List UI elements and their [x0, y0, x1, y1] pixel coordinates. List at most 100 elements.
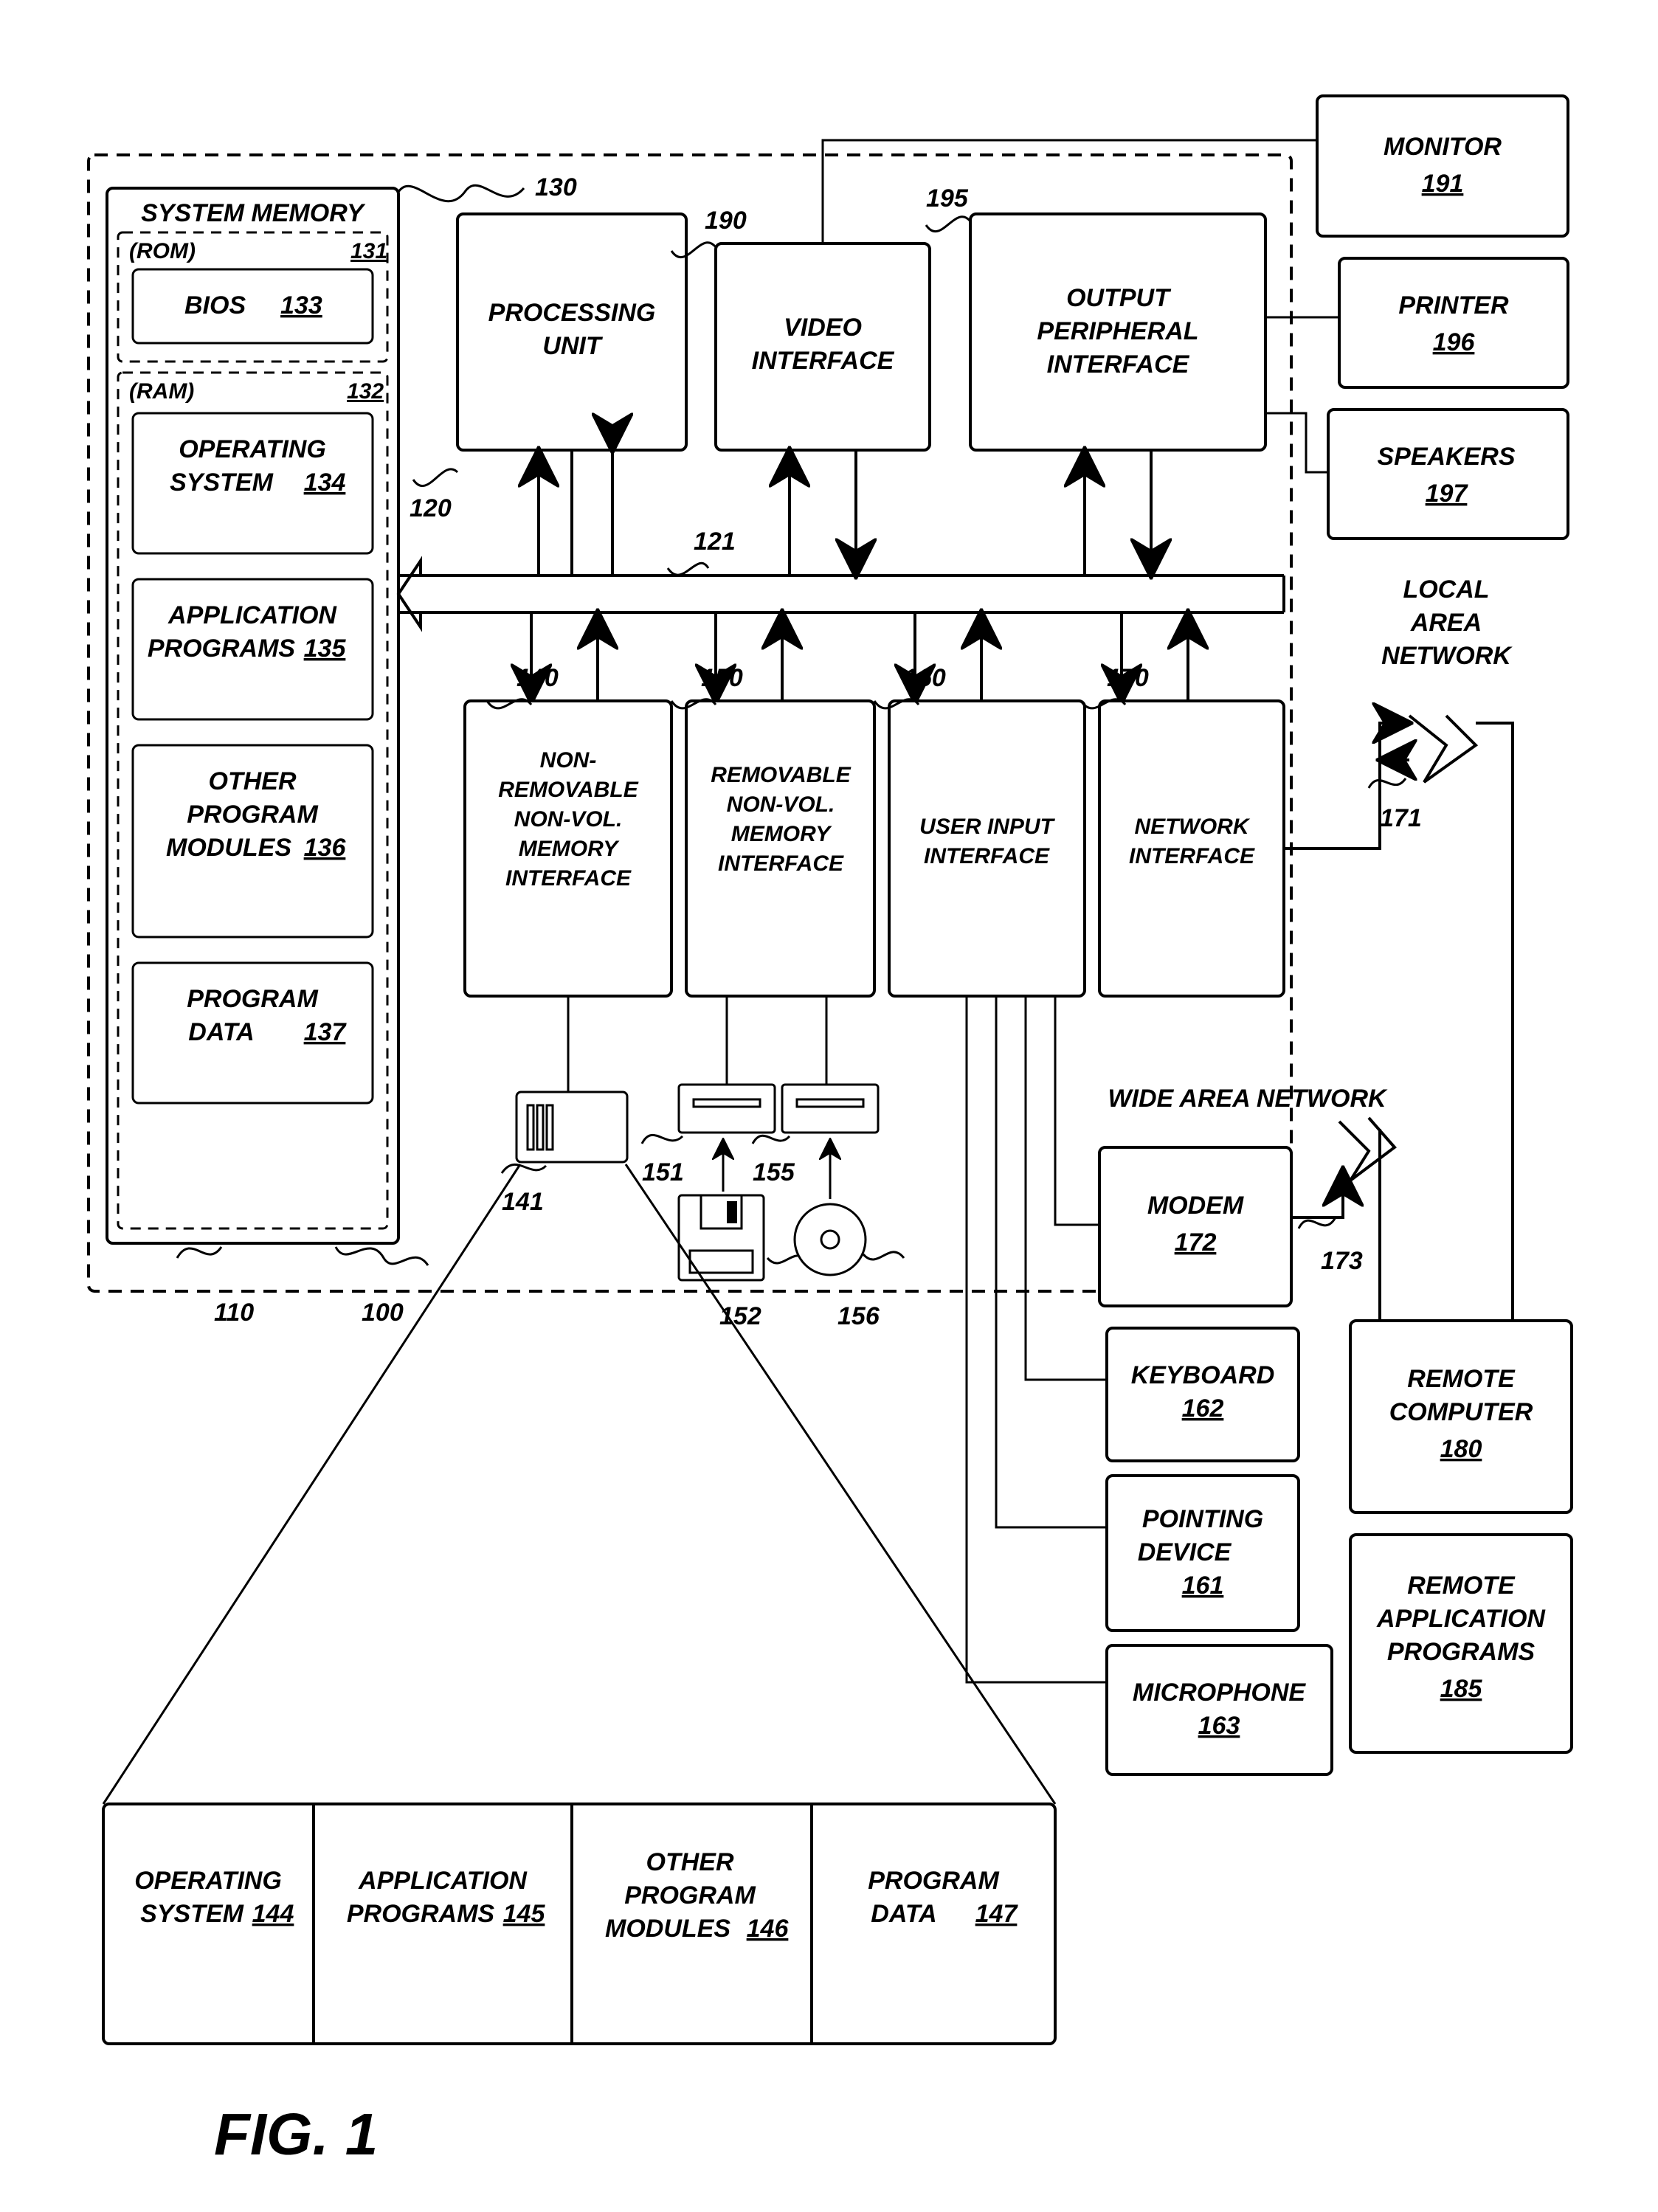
svg-text:PROGRAMS: PROGRAMS	[148, 635, 296, 663]
svg-text:PROGRAMS: PROGRAMS	[1387, 1638, 1536, 1666]
rom-ref: 131	[350, 239, 387, 263]
ref-155: 155	[753, 1158, 795, 1186]
svg-text:185: 185	[1440, 1675, 1483, 1703]
svg-text:MODULES: MODULES	[166, 834, 291, 862]
drive1-icon	[679, 996, 775, 1133]
svg-text:APPLICATION: APPLICATION	[167, 601, 337, 629]
figure-label: FIG. 1	[214, 2101, 378, 2167]
user-input-block: USER INPUT INTERFACE	[889, 701, 1085, 996]
ref-152: 152	[719, 1302, 761, 1330]
svg-text:PROGRAM: PROGRAM	[624, 1881, 756, 1909]
nonremovable-interface-block: NON- REMOVABLE NON-VOL. MEMORY INTERFACE	[465, 701, 671, 996]
data-strip: OPERATING SYSTEM 144 APPLICATION PROGRAM…	[103, 1804, 1055, 2044]
ref-110: 110	[214, 1299, 254, 1327]
svg-text:MODEM: MODEM	[1147, 1192, 1244, 1220]
svg-text:POINTING: POINTING	[1142, 1505, 1263, 1533]
svg-text:OPERATING: OPERATING	[179, 435, 326, 463]
wan-label: WIDE AREA NETWORK	[1108, 1085, 1388, 1113]
svg-text:MEMORY: MEMORY	[519, 837, 620, 861]
svg-text:SPEAKERS: SPEAKERS	[1377, 443, 1515, 471]
svg-text:SYSTEM: SYSTEM	[170, 469, 273, 497]
svg-text:REMOVABLE: REMOVABLE	[711, 763, 851, 787]
svg-text:146: 146	[747, 1915, 790, 1943]
svg-text:144: 144	[252, 1900, 294, 1928]
disc-icon	[795, 1204, 866, 1275]
lan-label-3: NETWORK	[1381, 642, 1513, 670]
modem-block: MODEM 172	[1099, 1147, 1291, 1306]
svg-text:INTERFACE: INTERFACE	[752, 347, 895, 375]
conn-out-speakers	[1265, 413, 1328, 472]
ref-130: 130	[535, 173, 577, 201]
svg-text:NETWORK: NETWORK	[1135, 815, 1251, 839]
svg-text:APPLICATION: APPLICATION	[358, 1867, 528, 1895]
svg-text:SYSTEM: SYSTEM	[140, 1900, 243, 1928]
ref-141: 141	[502, 1188, 544, 1216]
sysmem-title: SYSTEM MEMORY	[141, 199, 366, 227]
svg-text:PROGRAM: PROGRAM	[868, 1867, 999, 1895]
ref-190: 190	[705, 207, 747, 235]
ref-160: 160	[904, 664, 946, 692]
svg-text:INTERFACE: INTERFACE	[1047, 350, 1190, 379]
svg-text:OPERATING: OPERATING	[134, 1867, 282, 1895]
svg-text:COMPUTER: COMPUTER	[1389, 1398, 1533, 1426]
svg-text:PROGRAMS: PROGRAMS	[347, 1900, 495, 1928]
svg-text:197: 197	[1426, 480, 1469, 508]
svg-text:136: 136	[304, 834, 347, 862]
svg-text:163: 163	[1198, 1712, 1240, 1740]
svg-text:PRINTER: PRINTER	[1398, 291, 1509, 319]
svg-text:OTHER: OTHER	[646, 1848, 734, 1876]
svg-text:162: 162	[1182, 1394, 1224, 1423]
hdd-icon	[517, 996, 627, 1162]
svg-text:172: 172	[1175, 1228, 1217, 1257]
svg-text:MICROPHONE: MICROPHONE	[1133, 1679, 1307, 1707]
svg-text:APPLICATION: APPLICATION	[1376, 1605, 1546, 1633]
svg-text:REMOTE: REMOTE	[1407, 1572, 1516, 1600]
svg-text:145: 145	[503, 1900, 546, 1928]
svg-text:REMOVABLE: REMOVABLE	[498, 778, 638, 802]
ram-label: (RAM)	[129, 379, 194, 404]
printer-block: PRINTER 196	[1339, 258, 1568, 387]
system-bus	[398, 450, 1284, 701]
svg-text:PERIPHERAL: PERIPHERAL	[1037, 317, 1198, 345]
svg-text:INTERFACE: INTERFACE	[505, 866, 632, 891]
svg-text:137: 137	[304, 1018, 348, 1046]
ref-121: 121	[694, 528, 736, 556]
remote-app-block: REMOTE APPLICATION PROGRAMS 185	[1350, 1535, 1572, 1752]
svg-text:135: 135	[304, 635, 347, 663]
keyboard-block: KEYBOARD 162	[1107, 1328, 1299, 1461]
svg-text:DATA: DATA	[188, 1018, 254, 1046]
svg-text:MONITOR: MONITOR	[1384, 133, 1502, 161]
drive2-icon	[782, 996, 878, 1133]
rom-label: (ROM)	[129, 239, 196, 263]
figure-canvas: SYSTEM MEMORY (ROM) 131 BIOS 133 (RAM) 1…	[0, 0, 1658, 2212]
svg-text:INTERFACE: INTERFACE	[924, 844, 1050, 868]
ref-151: 151	[642, 1158, 684, 1186]
svg-text:NON-: NON-	[540, 748, 597, 773]
svg-text:INTERFACE: INTERFACE	[718, 851, 844, 876]
ref-140: 140	[517, 664, 559, 692]
ref-195: 195	[926, 184, 969, 212]
ref-150: 150	[701, 664, 743, 692]
bios-ref: 133	[280, 291, 322, 319]
svg-text:DEVICE: DEVICE	[1138, 1538, 1232, 1566]
svg-text:161: 161	[1182, 1572, 1224, 1600]
svg-text:PROCESSING: PROCESSING	[488, 299, 656, 327]
svg-text:VIDEO: VIDEO	[784, 314, 862, 342]
svg-text:134: 134	[304, 469, 346, 497]
ref-171: 171	[1380, 804, 1422, 832]
lan-label-2: AREA	[1410, 609, 1482, 637]
processing-unit-block: PROCESSING UNIT	[457, 214, 686, 450]
ref-173: 173	[1321, 1247, 1363, 1275]
svg-text:KEYBOARD: KEYBOARD	[1131, 1361, 1275, 1389]
ref-120: 120	[410, 494, 452, 522]
lan-label-1: LOCAL	[1403, 576, 1489, 604]
svg-text:PROGRAM: PROGRAM	[187, 985, 318, 1013]
svg-text:REMOTE: REMOTE	[1407, 1365, 1516, 1393]
remote-computer-block: REMOTE COMPUTER 180	[1350, 1321, 1572, 1513]
monitor-block: MONITOR 191	[1317, 96, 1568, 236]
svg-text:180: 180	[1440, 1435, 1482, 1463]
removable-interface-block: REMOVABLE NON-VOL. MEMORY INTERFACE	[686, 701, 874, 996]
bios-label: BIOS	[184, 291, 246, 319]
svg-text:UNIT: UNIT	[542, 332, 604, 360]
network-interface-block: NETWORK INTERFACE	[1099, 701, 1284, 996]
